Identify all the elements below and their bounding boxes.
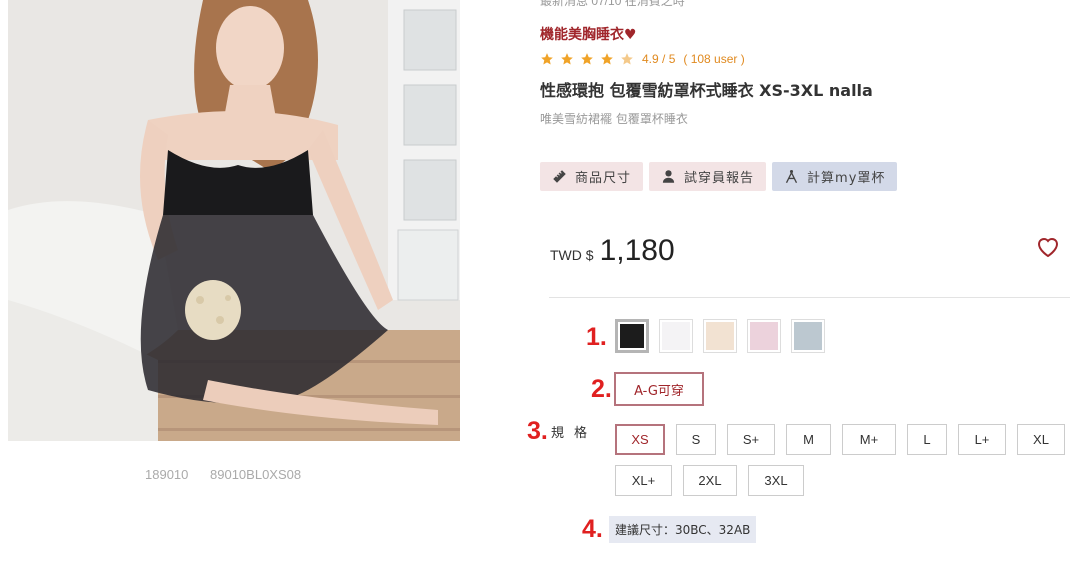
price-currency: TWD $	[550, 247, 594, 263]
product-photo[interactable]	[8, 0, 460, 441]
size-option[interactable]: S+	[727, 424, 775, 455]
rating-score: 4.9 / 5	[642, 52, 675, 66]
fitting-report-label: 試穿員報告	[684, 171, 755, 186]
color-swatch[interactable]	[791, 319, 825, 353]
size-option[interactable]: M	[786, 424, 831, 455]
color-swatch-fill	[794, 322, 822, 350]
size-option[interactable]: S	[676, 424, 716, 455]
fitting-report-button[interactable]: 試穿員報告	[649, 162, 767, 191]
suggested-size: 建議尺寸：30BC、32AB	[609, 516, 757, 543]
cup-calculator-button[interactable]: 計算my罩杯	[772, 162, 898, 191]
product-codes: 189010 89010BL0XS08	[145, 467, 319, 482]
color-swatch[interactable]	[747, 319, 781, 353]
annotation-marker-2: 2.	[591, 375, 612, 403]
annotation-marker-1: 1.	[586, 323, 607, 351]
product-title: 性感環抱 包覆雪紡罩杯式睡衣 XS-3XL nalla	[540, 81, 873, 100]
star-icon	[561, 53, 573, 65]
announcement-strip[interactable]: 最新消息 07/10 在消費之時	[540, 0, 685, 9]
rating-users: ( 108 user )	[683, 52, 745, 66]
color-swatch[interactable]	[659, 319, 693, 353]
product-series-label: 機能美胸睡衣	[540, 27, 624, 43]
annotation-marker-3: 3.	[527, 417, 548, 445]
star-icon	[581, 53, 593, 65]
price-divider	[549, 297, 1070, 298]
color-swatch[interactable]	[703, 319, 737, 353]
size-option[interactable]: 2XL	[683, 465, 737, 496]
size-option[interactable]: M+	[842, 424, 896, 455]
rating-score-value: 4.9	[642, 52, 659, 66]
size-chart-label: 商品尺寸	[575, 171, 632, 186]
product-tools: 商品尺寸 試穿員報告 計算my罩杯	[540, 162, 898, 191]
size-option[interactable]: L	[907, 424, 947, 455]
product-subtitle: 唯美雪紡裙襬 包覆罩杯睡衣	[540, 112, 688, 126]
color-swatch-fill	[750, 322, 778, 350]
color-swatch-fill	[706, 322, 734, 350]
product-photo-illustration	[8, 0, 460, 441]
compass-icon	[785, 169, 798, 184]
color-swatch-fill	[662, 322, 690, 350]
size-options: XS S S+ M M+ L L+ XL XL+ 2XL 3XL	[615, 424, 1070, 496]
spec-label: 規格	[551, 426, 598, 441]
ruler-icon	[553, 170, 566, 183]
size-option[interactable]: XS	[615, 424, 665, 455]
person-icon	[662, 170, 675, 183]
product-code-2: 89010BL0XS08	[210, 467, 302, 482]
product-code-1: 189010	[145, 467, 189, 482]
annotation-marker-4: 4.	[582, 515, 603, 543]
product-price: TWD $ 1,180	[550, 234, 675, 268]
size-option[interactable]: XL	[1017, 424, 1065, 455]
rating-stars	[540, 52, 634, 66]
size-option[interactable]: L+	[958, 424, 1006, 455]
size-option[interactable]: 3XL	[748, 465, 804, 496]
product-rating: 4.9 / 5 ( 108 user )	[540, 52, 745, 66]
heart-icon: ♥	[624, 27, 637, 43]
price-amount: 1,180	[599, 234, 675, 267]
color-swatch[interactable]	[615, 319, 649, 353]
star-icon	[541, 53, 553, 65]
rating-max: / 5	[662, 52, 676, 66]
star-icon	[601, 53, 613, 65]
color-swatch-fill	[620, 324, 644, 348]
star-icon	[621, 53, 633, 65]
cup-calculator-label: 計算my罩杯	[807, 171, 886, 186]
cup-range-badge[interactable]: A-G可穿	[614, 372, 704, 406]
size-option[interactable]: XL+	[615, 465, 672, 496]
color-swatches	[615, 319, 825, 353]
product-series[interactable]: 機能美胸睡衣♥	[540, 24, 637, 44]
size-chart-button[interactable]: 商品尺寸	[540, 162, 644, 191]
favorite-heart-icon[interactable]	[1036, 236, 1060, 258]
